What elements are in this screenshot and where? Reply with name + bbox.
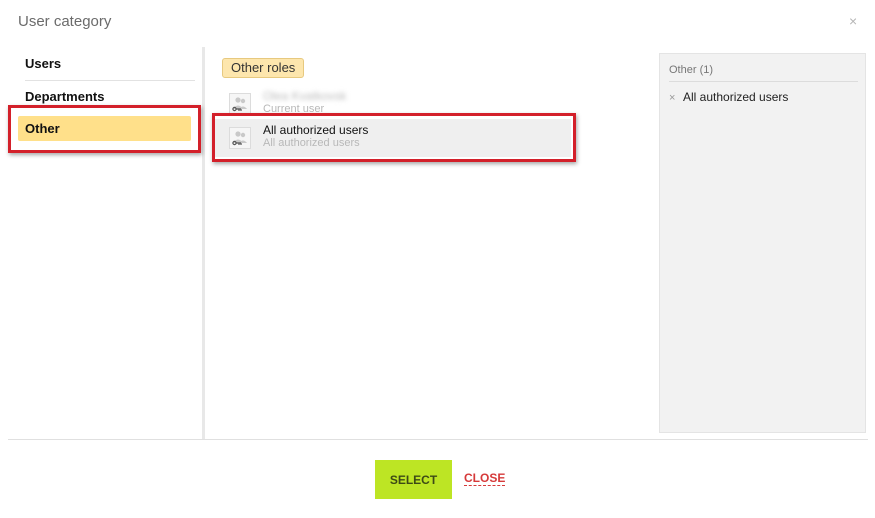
user-category-dialog: User category × Users Departments Other … bbox=[0, 0, 875, 518]
footer-divider bbox=[8, 439, 868, 440]
section-tag: Other roles bbox=[222, 58, 305, 78]
close-icon[interactable]: × bbox=[849, 13, 857, 29]
selected-panel-header: Other (1) bbox=[669, 64, 858, 82]
nav-item-label: Users bbox=[25, 56, 62, 71]
entity-name: Olea Kvatkovsk bbox=[263, 89, 347, 103]
nav-item-users[interactable]: Users bbox=[25, 56, 195, 81]
user-key-icon bbox=[229, 93, 251, 115]
entity-item-all-authorized-users[interactable]: All authorized users All authorized user… bbox=[214, 119, 571, 157]
user-key-icon bbox=[229, 127, 251, 149]
nav-item-other[interactable]: Other bbox=[18, 116, 191, 141]
entity-subtitle: All authorized users bbox=[263, 137, 360, 149]
remove-icon[interactable]: × bbox=[669, 92, 675, 104]
nav-item-label: Departments bbox=[25, 89, 105, 104]
entity-subtitle: Current user bbox=[263, 103, 325, 115]
dialog-title: User category bbox=[18, 13, 112, 30]
selected-item-label: All authorized users bbox=[683, 90, 789, 104]
select-button[interactable]: SELECT bbox=[375, 460, 452, 499]
selected-panel: Other (1) × All authorized users bbox=[659, 53, 866, 433]
category-nav: Users Departments Other bbox=[8, 47, 203, 439]
close-link[interactable]: CLOSE bbox=[464, 472, 506, 486]
nav-item-label: Other bbox=[25, 121, 60, 136]
nav-item-departments[interactable]: Departments bbox=[25, 89, 195, 109]
entity-name: All authorized users bbox=[263, 123, 369, 137]
entity-list: Other roles Olea Kvatkovsk Current user bbox=[205, 47, 645, 439]
